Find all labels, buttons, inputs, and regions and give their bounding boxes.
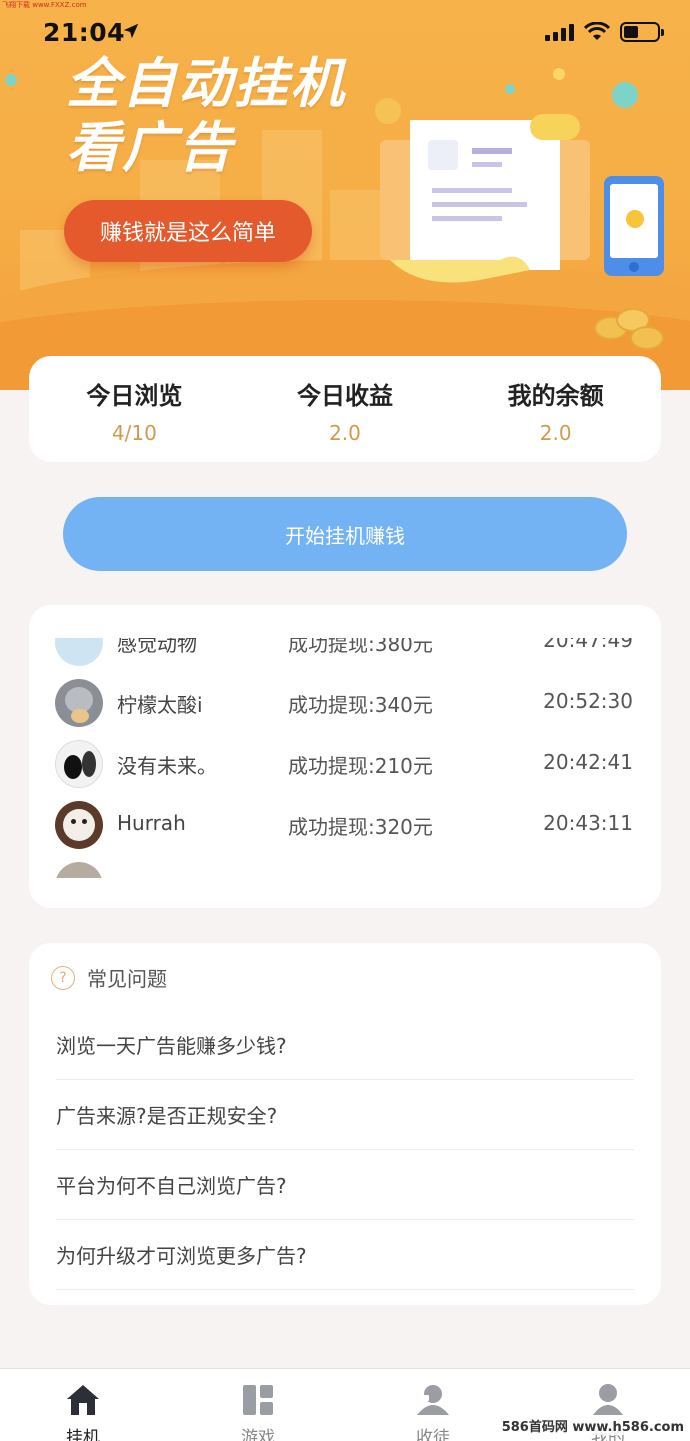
tab-label: 收徒 [416, 1428, 450, 1441]
battery-icon [620, 22, 664, 42]
withdraw-feed-list[interactable]: 感觉动物 成功提现:380元 20:47:49 柠檬太酸i 成功提现:340元 … [29, 638, 661, 878]
hero-banner: 飞翔下载 www.FXXZ.com 21:04 全自动挂机 看广告 赚钱就是这么… [0, 0, 690, 390]
stat-value: 2.0 [539, 421, 572, 445]
withdraw-row [29, 856, 661, 878]
wifi-icon [584, 22, 610, 40]
withdraw-user-name: 没有未来。 [117, 754, 217, 778]
question-mark-icon: ? [51, 965, 75, 990]
decor-dot [612, 82, 638, 108]
stat-label: 今日浏览 [86, 382, 183, 410]
stat-value: 2.0 [329, 421, 361, 445]
faq-item[interactable]: 浏览一天广告能赚多少钱? [56, 1010, 634, 1080]
avatar [55, 679, 103, 727]
game-icon [243, 1385, 273, 1415]
faq-item[interactable]: 平台为何不自己浏览广告? [56, 1150, 634, 1220]
withdraw-user-name: Hurrah [117, 811, 186, 835]
location-arrow-icon [123, 23, 139, 39]
faq-header: ? 常见问题 [51, 963, 167, 992]
tab-label: 游戏 [241, 1428, 275, 1441]
status-time: 21:04 [43, 18, 126, 47]
withdraw-time: 20:42:41 [543, 750, 633, 774]
stat-today-views: 今日浏览 4/10 [29, 356, 240, 462]
tab-label: 挂机 [66, 1428, 100, 1441]
withdraw-amount: 成功提现:210元 [288, 754, 433, 778]
stat-label: 今日收益 [297, 382, 393, 410]
status-indicators [545, 22, 664, 42]
hero-title-line1: 全自动挂机 [66, 52, 346, 115]
bottom-tab-bar: 挂机 游戏 收徒 我的 586首码网 www.h586.c [0, 1368, 690, 1441]
decor-dot [553, 68, 565, 80]
document-illustration [380, 114, 590, 283]
withdraw-feed-card: 感觉动物 成功提现:380元 20:47:49 柠檬太酸i 成功提现:340元 … [29, 605, 661, 908]
tab-games[interactable]: 游戏 [218, 1383, 298, 1441]
app-screen: 飞翔下载 www.FXXZ.com 21:04 全自动挂机 看广告 赚钱就是这么… [0, 0, 690, 1441]
stats-card: 今日浏览 4/10 今日收益 2.0 我的余额 2.0 [29, 356, 661, 462]
decor-dot [5, 74, 17, 86]
withdraw-amount: 成功提现:320元 [288, 815, 433, 839]
avatar [55, 801, 103, 849]
decor-dot [505, 84, 515, 94]
hero-title: 全自动挂机 看广告 [66, 52, 346, 180]
watermark-bottom: 586首码网 www.h586.com [499, 1416, 686, 1435]
watermark-top: 飞翔下载 www.FXXZ.com [2, 1, 87, 9]
withdraw-time: 20:52:30 [543, 689, 633, 713]
avatar [55, 638, 103, 666]
withdraw-row: Hurrah 成功提现:320元 20:43:11 [29, 795, 661, 856]
tab-apprentice[interactable]: 收徒 [393, 1383, 473, 1441]
faq-card: ? 常见问题 浏览一天广告能赚多少钱? 广告来源?是否正规安全? 平台为何不自己… [29, 943, 661, 1305]
profile-icon [593, 1384, 623, 1415]
withdraw-row: 柠檬太酸i 成功提现:340元 20:52:30 [29, 673, 661, 734]
cellular-signal-icon [545, 23, 574, 41]
stat-today-earnings: 今日收益 2.0 [240, 356, 451, 462]
faq-item[interactable]: 广告来源?是否正规安全? [56, 1080, 634, 1150]
hero-title-line2: 看广告 [66, 116, 234, 179]
withdraw-user-name: 感觉动物 [117, 638, 197, 656]
home-icon [67, 1385, 99, 1415]
withdraw-user-name: 柠檬太酸i [117, 693, 203, 717]
stat-value: 4/10 [111, 421, 157, 445]
avatar [55, 740, 103, 788]
withdraw-amount: 成功提现:380元 [288, 638, 433, 656]
tab-hangup[interactable]: 挂机 [43, 1383, 123, 1441]
withdraw-time: 20:43:11 [543, 811, 633, 835]
coin-stack-icon [594, 304, 664, 354]
stat-label: 我的余额 [507, 382, 604, 410]
withdraw-amount: 成功提现:340元 [288, 693, 433, 717]
stat-my-balance: 我的余额 2.0 [450, 356, 661, 462]
start-earning-button[interactable]: 开始挂机赚钱 [63, 497, 627, 571]
withdraw-time: 20:47:49 [543, 638, 633, 652]
faq-title: 常见问题 [87, 967, 167, 991]
avatar [55, 862, 103, 878]
phone-illustration [604, 176, 664, 276]
apprentice-icon [417, 1385, 449, 1415]
faq-item[interactable]: 为何升级才可浏览更多广告? [56, 1220, 634, 1290]
withdraw-row: 没有未来。 成功提现:210元 20:42:41 [29, 734, 661, 795]
hero-slogan-pill: 赚钱就是这么简单 [64, 200, 312, 262]
withdraw-row: 感觉动物 成功提现:380元 20:47:49 [29, 638, 661, 673]
